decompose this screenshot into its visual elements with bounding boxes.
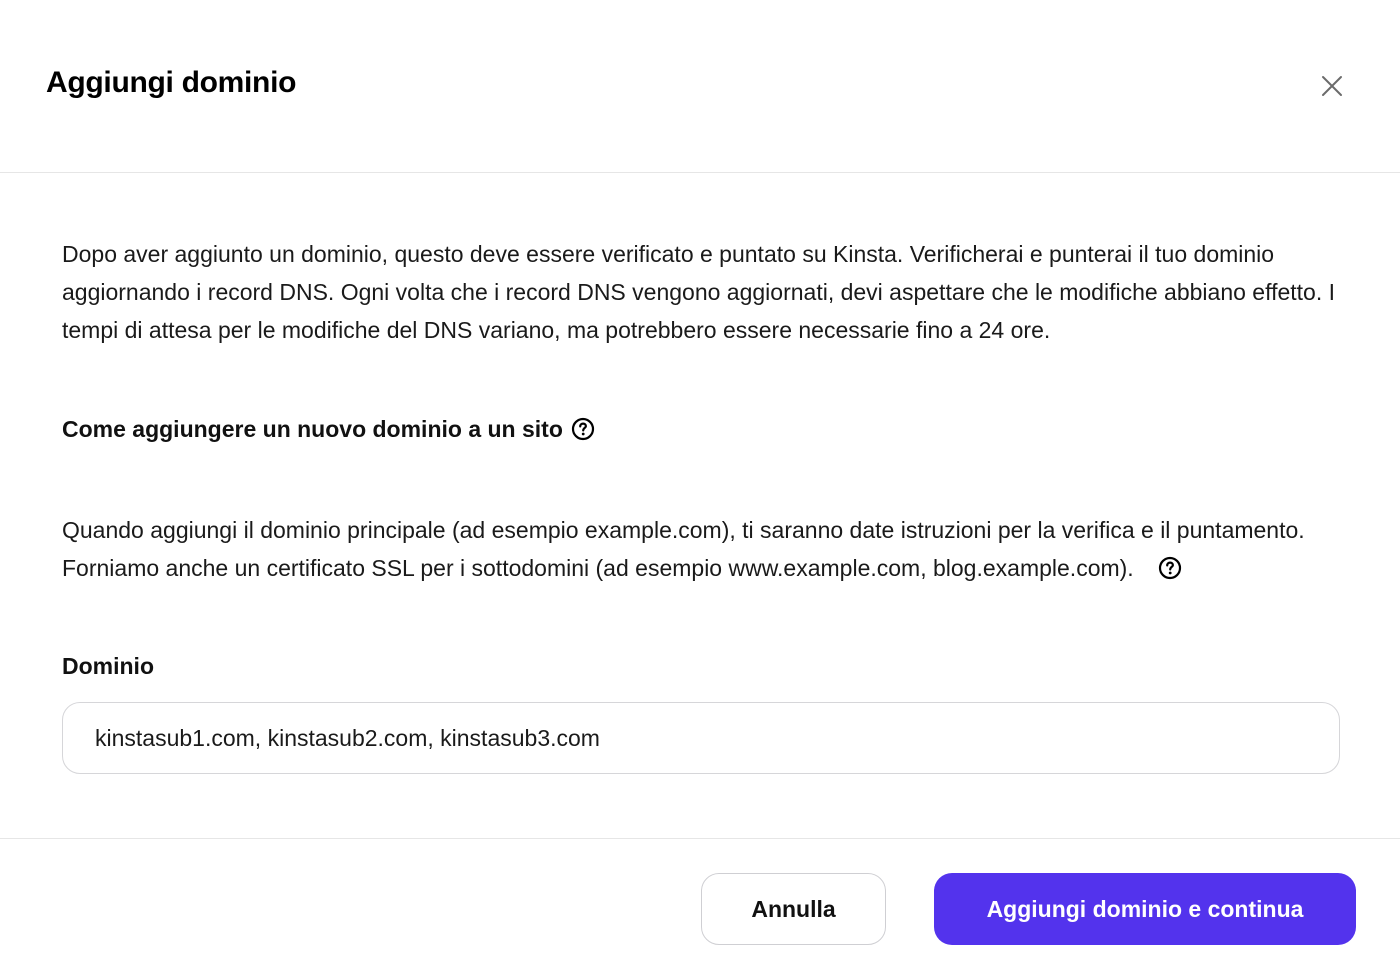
modal-title: Aggiungi dominio [46, 66, 297, 99]
add-domain-continue-button[interactable]: Aggiungi dominio e continua [934, 873, 1356, 945]
modal-footer: Annulla Aggiungi dominio e continua [0, 838, 1400, 974]
howto-link[interactable]: Come aggiungere un nuovo dominio a un si… [62, 411, 595, 447]
howto-link-label: Come aggiungere un nuovo dominio a un si… [62, 415, 563, 442]
question-circle-icon[interactable] [1158, 556, 1182, 580]
info-text-content: Quando aggiungi il dominio principale (a… [62, 517, 1305, 581]
domain-input[interactable] [62, 702, 1340, 774]
domain-field-label: Dominio [62, 653, 154, 679]
add-domain-modal: Aggiungi dominio Dopo aver aggiunto un d… [0, 0, 1400, 974]
intro-text: Dopo aver aggiunto un dominio, questo de… [62, 241, 1335, 343]
info-text: Quando aggiungi il dominio principale (a… [62, 511, 1337, 587]
close-button[interactable] [1314, 68, 1350, 104]
cancel-button[interactable]: Annulla [701, 873, 886, 945]
question-circle-icon [571, 417, 595, 441]
modal-header: Aggiungi dominio [0, 0, 1400, 173]
close-icon [1322, 76, 1342, 96]
